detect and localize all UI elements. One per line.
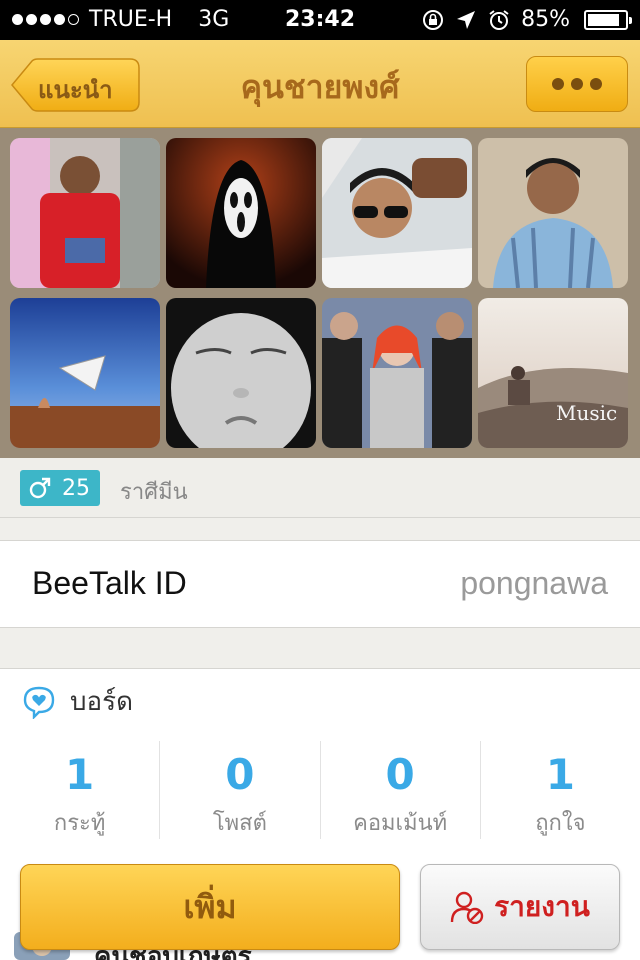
board-stats: 1 กระทู้ 0 โพสต์ 0 คอมเม้นท์ 1 ถูกใจ bbox=[0, 741, 640, 839]
photo-image bbox=[166, 138, 316, 288]
status-right: 85% bbox=[421, 7, 632, 32]
battery-fill bbox=[588, 13, 619, 26]
nav-bar: แนะนำ คุนชายพงศ์ bbox=[0, 40, 640, 128]
rotation-lock-icon bbox=[423, 9, 444, 30]
photo-image bbox=[166, 298, 316, 448]
stat-value: 0 bbox=[385, 750, 415, 799]
photo-thumbnail-1[interactable] bbox=[10, 138, 160, 288]
more-dot bbox=[590, 78, 602, 90]
photo-thumbnail-7[interactable] bbox=[322, 298, 472, 448]
photo-image bbox=[322, 298, 472, 448]
photo-grid: Music bbox=[0, 128, 640, 458]
back-button-label: แนะนำ bbox=[38, 76, 113, 104]
add-friend-button[interactable]: เพิ่ม bbox=[20, 864, 400, 950]
stat-label: โพสต์ bbox=[212, 811, 267, 836]
photo-image bbox=[478, 138, 628, 288]
age-value: 25 bbox=[62, 475, 90, 501]
report-button[interactable]: รายงาน bbox=[420, 864, 620, 950]
report-button-label: รายงาน bbox=[494, 890, 590, 923]
battery-icon bbox=[584, 9, 632, 30]
status-bar: TRUE-H 3G 23:42 85% bbox=[0, 0, 640, 40]
more-dots-icon bbox=[552, 78, 564, 90]
back-button[interactable]: แนะนำ bbox=[10, 58, 140, 112]
more-dot bbox=[571, 78, 583, 90]
beetalk-id-value: pongnawa bbox=[460, 565, 608, 601]
stat-label: คอมเม้นท์ bbox=[353, 811, 448, 836]
stat-label: ถูกใจ bbox=[535, 811, 586, 836]
stat-value: 0 bbox=[225, 750, 255, 799]
more-button[interactable] bbox=[526, 56, 628, 112]
board-title: บอร์ด bbox=[70, 687, 133, 717]
photo-thumbnail-6[interactable] bbox=[166, 298, 316, 448]
photo-thumbnail-8[interactable]: Music bbox=[478, 298, 628, 448]
photo-caption: Music bbox=[556, 401, 617, 425]
photo-thumbnail-2[interactable] bbox=[166, 138, 316, 288]
stat-likes[interactable]: 1 ถูกใจ bbox=[481, 741, 640, 839]
photo-image bbox=[10, 138, 160, 288]
male-icon bbox=[29, 477, 51, 499]
alarm-icon bbox=[489, 9, 509, 30]
battery-percent: 85% bbox=[521, 7, 570, 32]
heart-chat-icon bbox=[23, 686, 55, 719]
photo-thumbnail-3[interactable] bbox=[322, 138, 472, 288]
photo-image: Music bbox=[478, 298, 628, 448]
gender-age-badge: 25 bbox=[20, 470, 100, 506]
photo-thumbnail-4[interactable] bbox=[478, 138, 628, 288]
beetalk-id-row: BeeTalk ID pongnawa bbox=[0, 540, 640, 628]
stat-value: 1 bbox=[65, 750, 95, 799]
page-title: คุนชายพงศ์ bbox=[240, 68, 400, 106]
location-arrow-icon bbox=[457, 10, 476, 29]
board-header[interactable]: บอร์ด bbox=[22, 681, 133, 722]
profile-info-row: 25 ราศีมีน bbox=[0, 458, 640, 518]
photo-image bbox=[322, 138, 472, 288]
stat-label: กระทู้ bbox=[53, 811, 106, 836]
zodiac-sign: ราศีมีน bbox=[120, 480, 188, 505]
stat-comments[interactable]: 0 คอมเม้นท์ bbox=[321, 741, 481, 839]
beetalk-id-label: BeeTalk ID bbox=[32, 565, 187, 601]
photo-image bbox=[10, 298, 160, 448]
photo-thumbnail-5[interactable] bbox=[10, 298, 160, 448]
report-user-icon bbox=[450, 891, 484, 924]
stat-value: 1 bbox=[545, 750, 575, 799]
stat-threads[interactable]: 1 กระทู้ bbox=[0, 741, 161, 839]
stat-posts[interactable]: 0 โพสต์ bbox=[160, 741, 321, 839]
